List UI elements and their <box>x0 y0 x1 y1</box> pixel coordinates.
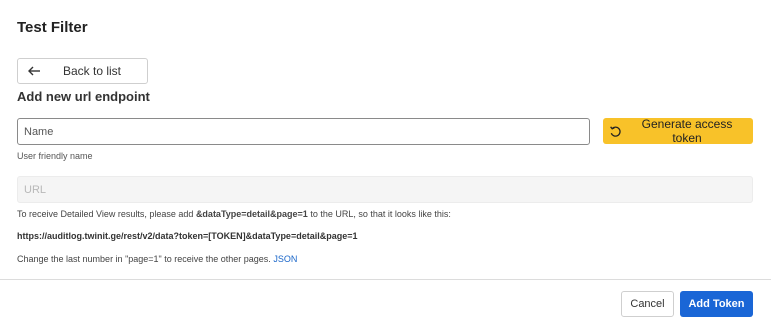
add-endpoint-dialog: Test Filter Back to list Add new url end… <box>0 0 771 334</box>
detailed-view-instructions: To receive Detailed View results, please… <box>17 209 451 219</box>
url-input[interactable] <box>17 176 753 203</box>
generate-access-token-button[interactable]: Generate access token <box>603 117 753 145</box>
pagination-text: Change the last number in "page=1" to re… <box>17 254 274 264</box>
cancel-button[interactable]: Cancel <box>621 291 674 317</box>
footer-divider <box>0 279 771 280</box>
add-token-button[interactable]: Add Token <box>680 291 753 317</box>
refresh-icon <box>609 125 622 138</box>
section-title: Add new url endpoint <box>17 89 150 104</box>
dialog-title: Test Filter <box>17 19 88 36</box>
instructions-param: &dataType=detail&page=1 <box>195 209 308 219</box>
name-helper-text: User friendly name <box>17 151 93 161</box>
example-url: https://auditlog.twinit.ge/rest/v2/data?… <box>17 231 358 241</box>
name-input[interactable] <box>17 118 590 145</box>
back-to-list-button[interactable]: Back to list <box>17 58 148 84</box>
instructions-prefix: To receive Detailed View results, please… <box>17 209 196 219</box>
back-to-list-label: Back to list <box>63 64 122 78</box>
instructions-suffix: to the URL, so that it looks like this: <box>307 209 451 219</box>
pagination-instructions: Change the last number in "page=1" to re… <box>17 254 297 264</box>
arrow-left-icon <box>27 64 41 78</box>
json-link[interactable]: JSON <box>273 254 297 264</box>
generate-access-token-label: Generate access token <box>641 117 733 145</box>
